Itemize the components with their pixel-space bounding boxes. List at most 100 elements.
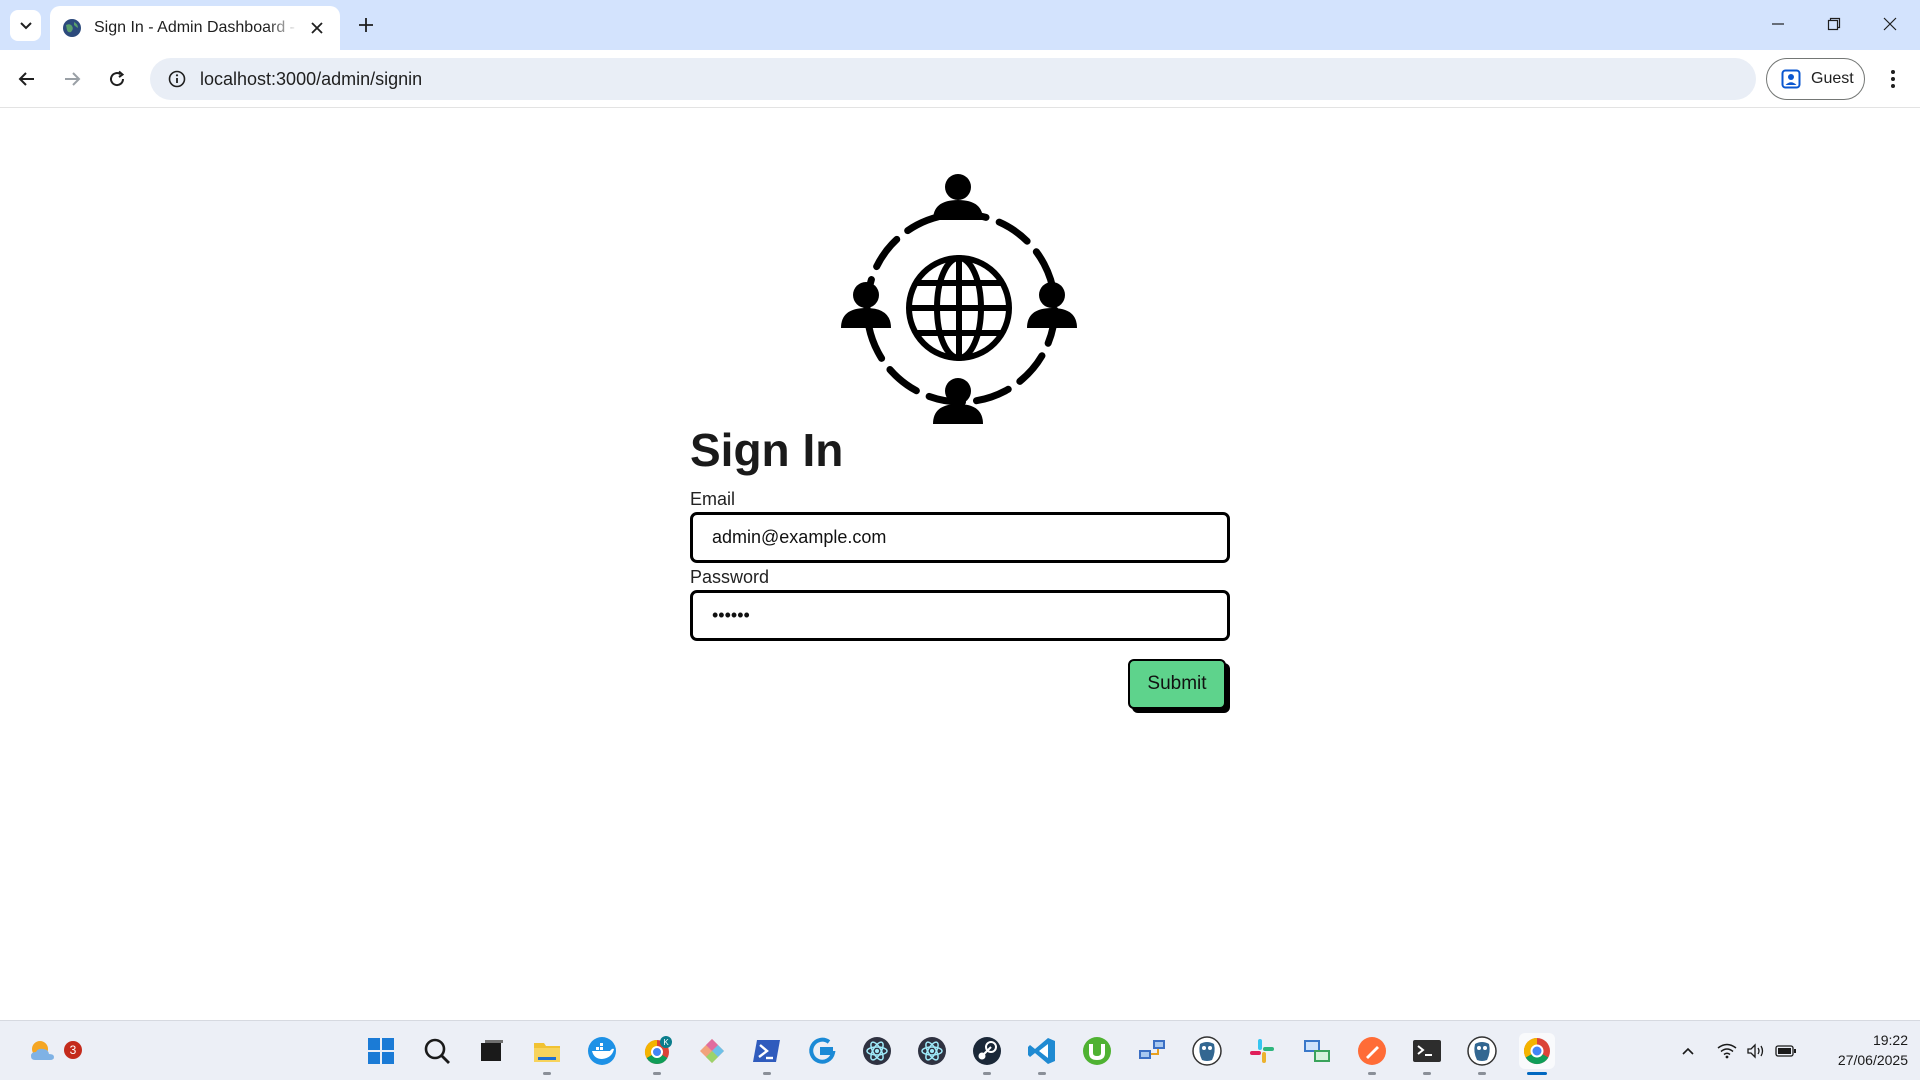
postman-icon [1358, 1037, 1386, 1065]
signin-form: Sign In Email Password Submit [690, 424, 1230, 729]
profile-label: Guest [1811, 70, 1854, 87]
restore-button[interactable] [1814, 8, 1854, 40]
taskbar-app[interactable] [694, 1033, 730, 1069]
file-explorer-icon [534, 1043, 560, 1062]
forward-button[interactable] [55, 62, 89, 96]
windows-start-icon [368, 1038, 394, 1064]
page-title: Sign In [690, 424, 844, 476]
arrow-left-icon [18, 72, 34, 86]
address-bar[interactable]: localhost:3000/admin/signin [150, 58, 1756, 100]
close-icon [1883, 17, 1897, 31]
task-view-button[interactable] [474, 1033, 510, 1069]
taskbar-app[interactable] [1134, 1033, 1170, 1069]
taskbar-app[interactable] [969, 1033, 1005, 1075]
taskbar-app[interactable] [749, 1033, 785, 1075]
pgadmin-icon [1192, 1036, 1222, 1066]
profile-button[interactable]: Guest [1766, 58, 1865, 100]
taskbar-app[interactable] [859, 1033, 895, 1069]
docker-icon [588, 1037, 616, 1065]
clock-time: 19:22 [1872, 1032, 1908, 1048]
plus-icon [359, 18, 373, 32]
tab-search-button[interactable] [10, 10, 41, 41]
running-indicator [653, 1072, 661, 1075]
running-indicator [543, 1072, 551, 1075]
git-kraken-icon [700, 1039, 724, 1063]
profile-icon [1781, 69, 1801, 89]
browser-toolbar: localhost:3000/admin/signin Guest [0, 50, 1920, 108]
utorrent-icon [1083, 1037, 1111, 1065]
steam-icon [973, 1037, 1001, 1065]
svg-text:K: K [663, 1038, 669, 1047]
taskbar-app[interactable]: K [639, 1033, 675, 1075]
new-tab-button[interactable] [352, 11, 380, 39]
search-icon [424, 1038, 450, 1064]
password-label: Password [690, 567, 770, 587]
taskbar-app[interactable] [1354, 1033, 1390, 1075]
minimize-icon [1772, 23, 1784, 25]
wifi-status[interactable] [1715, 1039, 1739, 1063]
task-view-icon [481, 1040, 503, 1061]
weather-widget[interactable]: 3 [24, 1033, 82, 1069]
reload-button[interactable] [100, 62, 134, 96]
taskbar-app[interactable] [804, 1033, 840, 1069]
submit-button[interactable]: Submit [1128, 659, 1226, 709]
browser-menu-button[interactable] [1878, 62, 1908, 96]
submit-row: Submit [690, 659, 1230, 729]
close-window-button[interactable] [1870, 8, 1910, 40]
email-field[interactable] [690, 512, 1230, 563]
address-bar-url: localhost:3000/admin/signin [200, 68, 423, 89]
globe-favicon-icon [63, 19, 81, 37]
back-button[interactable] [10, 62, 44, 96]
battery-status[interactable] [1774, 1039, 1798, 1063]
network-icon [1139, 1040, 1165, 1059]
minimize-button[interactable] [1758, 8, 1798, 40]
start-button[interactable] [363, 1033, 399, 1069]
slack-icon [1250, 1039, 1274, 1063]
taskbar-app-chrome[interactable] [1519, 1033, 1555, 1075]
system-clock[interactable]: 19:22 27/06/2025 [1808, 1030, 1908, 1070]
logitech-icon [809, 1037, 836, 1064]
taskbar-app[interactable] [1024, 1033, 1060, 1075]
taskbar-app[interactable] [1299, 1033, 1335, 1069]
chevron-up-icon [1682, 1047, 1694, 1055]
browser-tab[interactable]: Sign In - Admin Dashboard - Gr [50, 6, 340, 50]
running-indicator [1368, 1072, 1376, 1075]
weather-icon [31, 1041, 54, 1060]
email-label: Email [690, 489, 736, 509]
running-indicator [1423, 1072, 1431, 1075]
battery-icon [1775, 1045, 1796, 1057]
running-indicator [1478, 1072, 1486, 1075]
taskbar-app[interactable] [1079, 1033, 1115, 1069]
site-info-icon[interactable] [164, 66, 190, 92]
taskbar-search[interactable] [419, 1033, 455, 1069]
reload-icon [110, 70, 125, 87]
arrow-right-icon [65, 72, 81, 86]
running-indicator [763, 1072, 771, 1075]
taskbar-app[interactable] [584, 1033, 620, 1069]
more-vert-icon [1891, 70, 1895, 88]
taskbar-app[interactable] [529, 1033, 565, 1075]
restore-icon [1827, 17, 1841, 31]
chevron-down-icon [19, 21, 32, 29]
tab-close-button[interactable] [306, 17, 328, 39]
password-field[interactable] [690, 590, 1230, 641]
powershell-icon [753, 1040, 780, 1062]
taskbar-app[interactable] [1244, 1033, 1280, 1069]
running-indicator [1527, 1072, 1547, 1075]
show-hidden-icons-button[interactable] [1676, 1039, 1700, 1063]
volume-icon [1747, 1043, 1764, 1059]
electron-icon [918, 1037, 946, 1065]
close-icon [311, 22, 323, 34]
running-indicator [983, 1072, 991, 1075]
chrome-profile-icon: K [644, 1036, 672, 1065]
taskbar-app[interactable] [914, 1033, 950, 1069]
volume-status[interactable] [1744, 1039, 1768, 1063]
taskbar-app[interactable] [1409, 1033, 1445, 1075]
wifi-icon [1717, 1043, 1737, 1059]
terminal-icon [1413, 1040, 1441, 1062]
taskbar-app[interactable] [1464, 1033, 1500, 1075]
chrome-icon [1523, 1037, 1550, 1065]
taskbar-app[interactable] [1189, 1033, 1225, 1069]
windows-taskbar: 3 K 19:22 27/06/2025 [0, 1020, 1920, 1080]
pgadmin-icon [1467, 1036, 1497, 1066]
